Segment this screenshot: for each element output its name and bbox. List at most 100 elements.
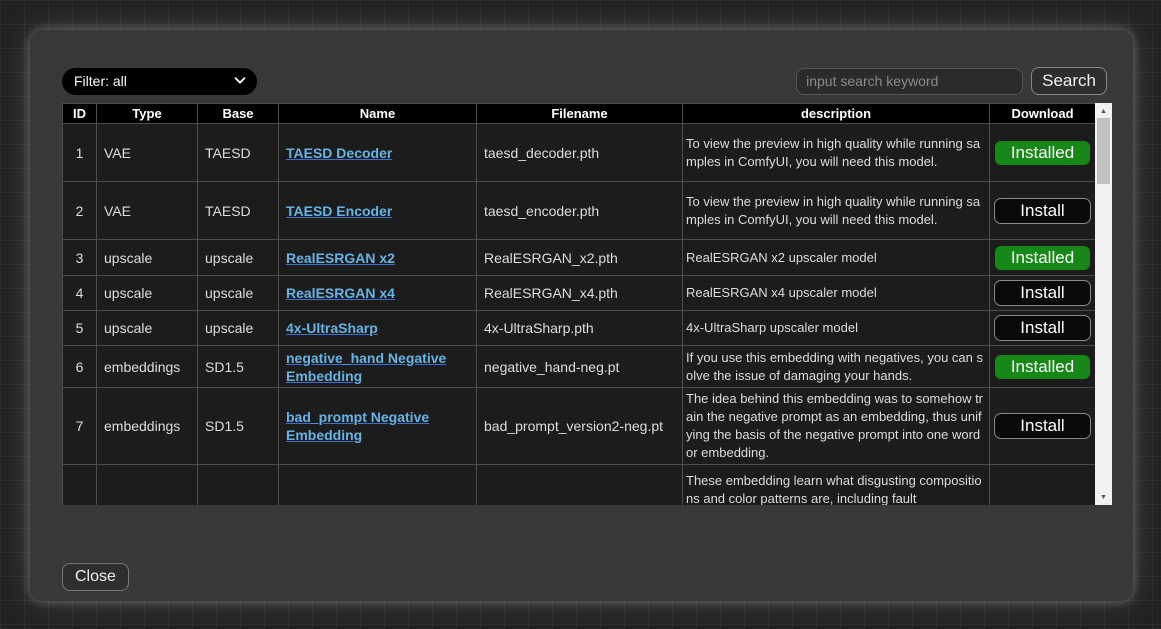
model-name-link[interactable]: TAESD Decoder bbox=[286, 145, 392, 161]
cell-filename: RealESRGAN_x2.pth bbox=[477, 240, 683, 276]
cell-description: If you use this embedding with negatives… bbox=[683, 346, 990, 388]
table-row: 5 upscale upscale 4x-UltraSharp 4x-Ultra… bbox=[63, 311, 1096, 346]
header-filename: Filename bbox=[477, 104, 683, 124]
install-button[interactable]: Install bbox=[994, 198, 1091, 224]
model-name-link[interactable]: RealESRGAN x4 bbox=[286, 285, 395, 301]
table-row: These embedding learn what disgusting co… bbox=[63, 465, 1096, 506]
scrollbar-up-arrow[interactable]: ▲ bbox=[1095, 104, 1112, 118]
cell-base: upscale bbox=[198, 276, 279, 311]
cell-filename: taesd_encoder.pth bbox=[477, 182, 683, 240]
cell-download: Install bbox=[990, 388, 1096, 465]
cell-name bbox=[279, 465, 477, 506]
cell-type: VAE bbox=[97, 182, 198, 240]
cell-type: upscale bbox=[97, 240, 198, 276]
cell-download: Install bbox=[990, 276, 1096, 311]
cell-type: upscale bbox=[97, 311, 198, 346]
model-name-link[interactable]: bad_prompt Negative Embedding bbox=[286, 409, 429, 443]
cell-download: Install bbox=[990, 182, 1096, 240]
table-row: 3 upscale upscale RealESRGAN x2 RealESRG… bbox=[63, 240, 1096, 276]
cell-name: RealESRGAN x2 bbox=[279, 240, 477, 276]
cell-id: 1 bbox=[63, 124, 97, 182]
cell-download: Install bbox=[990, 311, 1096, 346]
cell-name: TAESD Encoder bbox=[279, 182, 477, 240]
scrollbar-down-arrow[interactable]: ▼ bbox=[1095, 490, 1112, 504]
model-table: ID Type Base Name Filename description D… bbox=[62, 103, 1096, 505]
cell-filename: negative_hand-neg.pt bbox=[477, 346, 683, 388]
install-button[interactable]: Install bbox=[994, 413, 1091, 439]
cell-id: 2 bbox=[63, 182, 97, 240]
table-scrollbar[interactable]: ▲ ▼ bbox=[1095, 103, 1112, 505]
table-row: 6 embeddings SD1.5 negative_hand Negativ… bbox=[63, 346, 1096, 388]
table-row: 1 VAE TAESD TAESD Decoder taesd_decoder.… bbox=[63, 124, 1096, 182]
cell-filename bbox=[477, 465, 683, 506]
cell-name: bad_prompt Negative Embedding bbox=[279, 388, 477, 465]
cell-description: The idea behind this embedding was to so… bbox=[683, 388, 990, 465]
cell-id bbox=[63, 465, 97, 506]
filter-dropdown-value: Filter: all bbox=[74, 73, 233, 89]
table-header-row: ID Type Base Name Filename description D… bbox=[63, 104, 1096, 124]
close-button[interactable]: Close bbox=[62, 563, 129, 591]
cell-base: SD1.5 bbox=[198, 388, 279, 465]
cell-filename: RealESRGAN_x4.pth bbox=[477, 276, 683, 311]
search-area: Search bbox=[796, 67, 1107, 95]
model-name-link[interactable]: 4x-UltraSharp bbox=[286, 320, 378, 336]
cell-type: embeddings bbox=[97, 346, 198, 388]
cell-id: 4 bbox=[63, 276, 97, 311]
table-row: 4 upscale upscale RealESRGAN x4 RealESRG… bbox=[63, 276, 1096, 311]
cell-description: To view the preview in high quality whil… bbox=[683, 182, 990, 240]
cell-download: Installed bbox=[990, 124, 1096, 182]
cell-type: VAE bbox=[97, 124, 198, 182]
model-name-link[interactable]: RealESRGAN x2 bbox=[286, 250, 395, 266]
filter-dropdown[interactable]: Filter: all bbox=[62, 68, 257, 95]
header-name: Name bbox=[279, 104, 477, 124]
cell-description: 4x-UltraSharp upscaler model bbox=[683, 311, 990, 346]
cell-filename: 4x-UltraSharp.pth bbox=[477, 311, 683, 346]
toolbar: Filter: all Search bbox=[62, 67, 1107, 95]
header-description: description bbox=[683, 104, 990, 124]
header-id: ID bbox=[63, 104, 97, 124]
cell-base: TAESD bbox=[198, 182, 279, 240]
cell-download bbox=[990, 465, 1096, 506]
header-download: Download bbox=[990, 104, 1096, 124]
cell-base: upscale bbox=[198, 311, 279, 346]
header-type: Type bbox=[97, 104, 198, 124]
install-button[interactable]: Install bbox=[994, 315, 1091, 341]
model-manager-dialog: Filter: all Search ID Type Base Name bbox=[30, 30, 1133, 601]
cell-id: 5 bbox=[63, 311, 97, 346]
cell-filename: taesd_decoder.pth bbox=[477, 124, 683, 182]
model-name-link[interactable]: TAESD Encoder bbox=[286, 203, 392, 219]
installed-button[interactable]: Installed bbox=[994, 245, 1091, 271]
cell-name: RealESRGAN x4 bbox=[279, 276, 477, 311]
cell-id: 6 bbox=[63, 346, 97, 388]
installed-button[interactable]: Installed bbox=[994, 140, 1091, 166]
search-input[interactable] bbox=[796, 68, 1023, 95]
search-button[interactable]: Search bbox=[1031, 67, 1107, 95]
install-button[interactable]: Install bbox=[994, 280, 1091, 306]
model-table-container: ID Type Base Name Filename description D… bbox=[62, 103, 1112, 505]
cell-download: Installed bbox=[990, 346, 1096, 388]
cell-base: TAESD bbox=[198, 124, 279, 182]
cell-name: negative_hand Negative Embedding bbox=[279, 346, 477, 388]
cell-filename: bad_prompt_version2-neg.pt bbox=[477, 388, 683, 465]
cell-description: RealESRGAN x4 upscaler model bbox=[683, 276, 990, 311]
cell-name: TAESD Decoder bbox=[279, 124, 477, 182]
cell-type: embeddings bbox=[97, 388, 198, 465]
scrollbar-thumb[interactable] bbox=[1097, 118, 1110, 184]
cell-type: upscale bbox=[97, 276, 198, 311]
table-row: 7 embeddings SD1.5 bad_prompt Negative E… bbox=[63, 388, 1096, 465]
cell-base: SD1.5 bbox=[198, 346, 279, 388]
cell-description: RealESRGAN x2 upscaler model bbox=[683, 240, 990, 276]
cell-description: These embedding learn what disgusting co… bbox=[683, 465, 990, 506]
chevron-down-icon bbox=[233, 73, 247, 90]
installed-button[interactable]: Installed bbox=[994, 354, 1091, 380]
table-row: 2 VAE TAESD TAESD Encoder taesd_encoder.… bbox=[63, 182, 1096, 240]
cell-id: 7 bbox=[63, 388, 97, 465]
cell-type bbox=[97, 465, 198, 506]
cell-download: Installed bbox=[990, 240, 1096, 276]
cell-name: 4x-UltraSharp bbox=[279, 311, 477, 346]
cell-id: 3 bbox=[63, 240, 97, 276]
model-name-link[interactable]: negative_hand Negative Embedding bbox=[286, 350, 446, 384]
header-base: Base bbox=[198, 104, 279, 124]
cell-base: upscale bbox=[198, 240, 279, 276]
cell-description: To view the preview in high quality whil… bbox=[683, 124, 990, 182]
